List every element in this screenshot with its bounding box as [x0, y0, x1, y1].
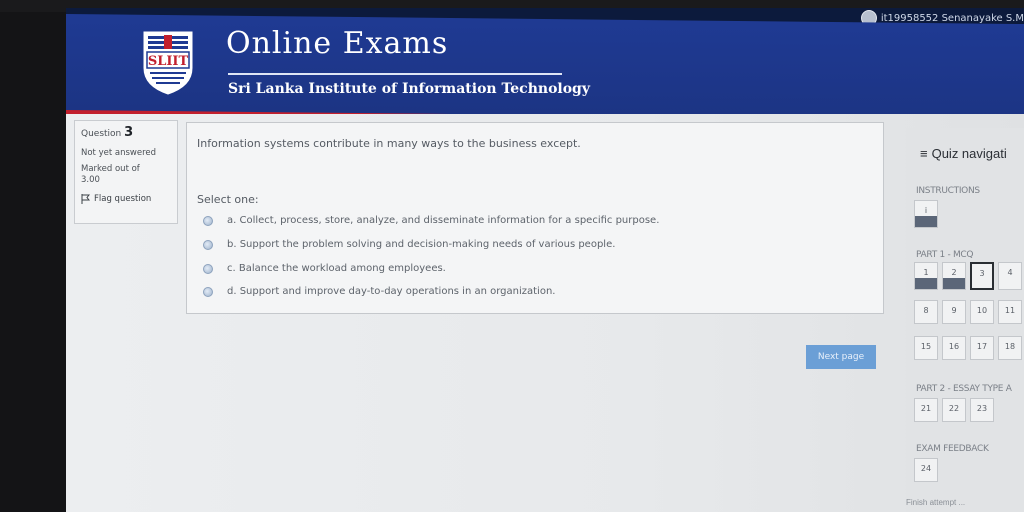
answer-option-label[interactable]: c. Balance the workload among employees. — [227, 263, 446, 274]
finish-attempt-link[interactable]: Finish attempt ... — [906, 498, 965, 507]
nav-question-button[interactable]: 23 — [970, 398, 994, 422]
nav-question-button[interactable]: 2 — [942, 262, 966, 290]
nav-question-button[interactable]: 17 — [970, 336, 994, 360]
site-subtitle: Sri Lanka Institute of Information Techn… — [228, 81, 590, 97]
nav-question-button[interactable]: 16 — [942, 336, 966, 360]
answer-option-label[interactable]: a. Collect, process, store, analyze, and… — [227, 215, 659, 226]
nav-question-button[interactable]: 24 — [914, 458, 938, 482]
question-text: Information systems contribute in many w… — [197, 137, 581, 150]
nav-question-button[interactable]: 10 — [970, 300, 994, 324]
feedback-items: 24 — [914, 458, 938, 482]
answer-option-c[interactable]: c. Balance the workload among employees. — [203, 263, 446, 274]
answer-option-b[interactable]: b. Support the problem solving and decis… — [203, 239, 615, 250]
nav-question-button[interactable]: 15 — [914, 336, 938, 360]
nav-question-button[interactable]: 21 — [914, 398, 938, 422]
part1-row-3: 15 16 17 18 — [914, 336, 1022, 360]
radio-button[interactable] — [203, 263, 213, 274]
nav-question-button[interactable]: 1 — [914, 262, 938, 290]
feedback-heading: EXAM FEEDBACK — [916, 444, 989, 454]
nav-question-button[interactable]: 22 — [942, 398, 966, 422]
question-number-line: Question 3 — [81, 125, 171, 140]
answer-option-d[interactable]: d. Support and improve day-to-day operat… — [203, 286, 555, 297]
nav-question-button[interactable]: 4 — [998, 262, 1022, 290]
answer-option-label[interactable]: d. Support and improve day-to-day operat… — [227, 286, 555, 297]
radio-button[interactable] — [203, 286, 213, 297]
quiz-navigation-title: ≡ Quiz navigati — [920, 146, 1007, 161]
part2-items: 21 22 23 — [914, 398, 994, 422]
part2-heading: PART 2 - ESSAY TYPE A — [916, 384, 1012, 394]
screen-bezel — [0, 0, 70, 512]
flag-question-label: Flag question — [94, 194, 152, 204]
nav-question-button[interactable]: 11 — [998, 300, 1022, 324]
flag-icon — [81, 194, 90, 204]
part1-row-2: 8 9 10 11 — [914, 300, 1022, 324]
menu-icon: ≡ — [920, 146, 928, 161]
part1-heading: PART 1 - MCQ — [916, 250, 974, 260]
instructions-items: i — [914, 200, 938, 228]
sliit-logo-icon: SLIIT — [143, 31, 193, 95]
marks-info: Marked out of 3.00 — [81, 164, 171, 186]
radio-button[interactable] — [203, 239, 213, 250]
part1-row-1: 1234 — [914, 262, 1022, 290]
quiz-navigation-panel: ≡ Quiz navigati INSTRUCTIONS i PART 1 - … — [906, 128, 1024, 512]
flag-question-button[interactable]: Flag question — [81, 194, 171, 204]
nav-question-button[interactable]: 9 — [942, 300, 966, 324]
title-underline — [228, 73, 562, 75]
instructions-heading: INSTRUCTIONS — [916, 186, 980, 196]
next-page-button[interactable]: Next page — [806, 345, 876, 369]
marks-label: Marked out of — [81, 164, 140, 174]
nav-question-button[interactable]: 3 — [970, 262, 994, 290]
question-info-panel: Question 3 Not yet answered Marked out o… — [74, 120, 178, 224]
marks-value: 3.00 — [81, 175, 100, 185]
quiz-navigation-label: Quiz navigati — [931, 146, 1007, 161]
select-one-label: Select one: — [197, 193, 259, 206]
nav-question-button[interactable]: i — [914, 200, 938, 228]
header-content: SLIIT Online Exams Sri Lanka Institute o… — [66, 18, 966, 118]
question-content-panel: Information systems contribute in many w… — [186, 122, 884, 314]
question-number: 3 — [124, 125, 134, 140]
logo-text: SLIIT — [148, 54, 189, 69]
nav-question-button[interactable]: 8 — [914, 300, 938, 324]
radio-button[interactable] — [203, 215, 213, 226]
nav-question-button[interactable]: 18 — [998, 336, 1022, 360]
answer-status: Not yet answered — [81, 148, 157, 158]
answer-option-a[interactable]: a. Collect, process, store, analyze, and… — [203, 215, 659, 226]
answer-option-label[interactable]: b. Support the problem solving and decis… — [227, 239, 615, 250]
site-title[interactable]: Online Exams — [226, 26, 448, 61]
question-label: Question — [81, 129, 122, 139]
